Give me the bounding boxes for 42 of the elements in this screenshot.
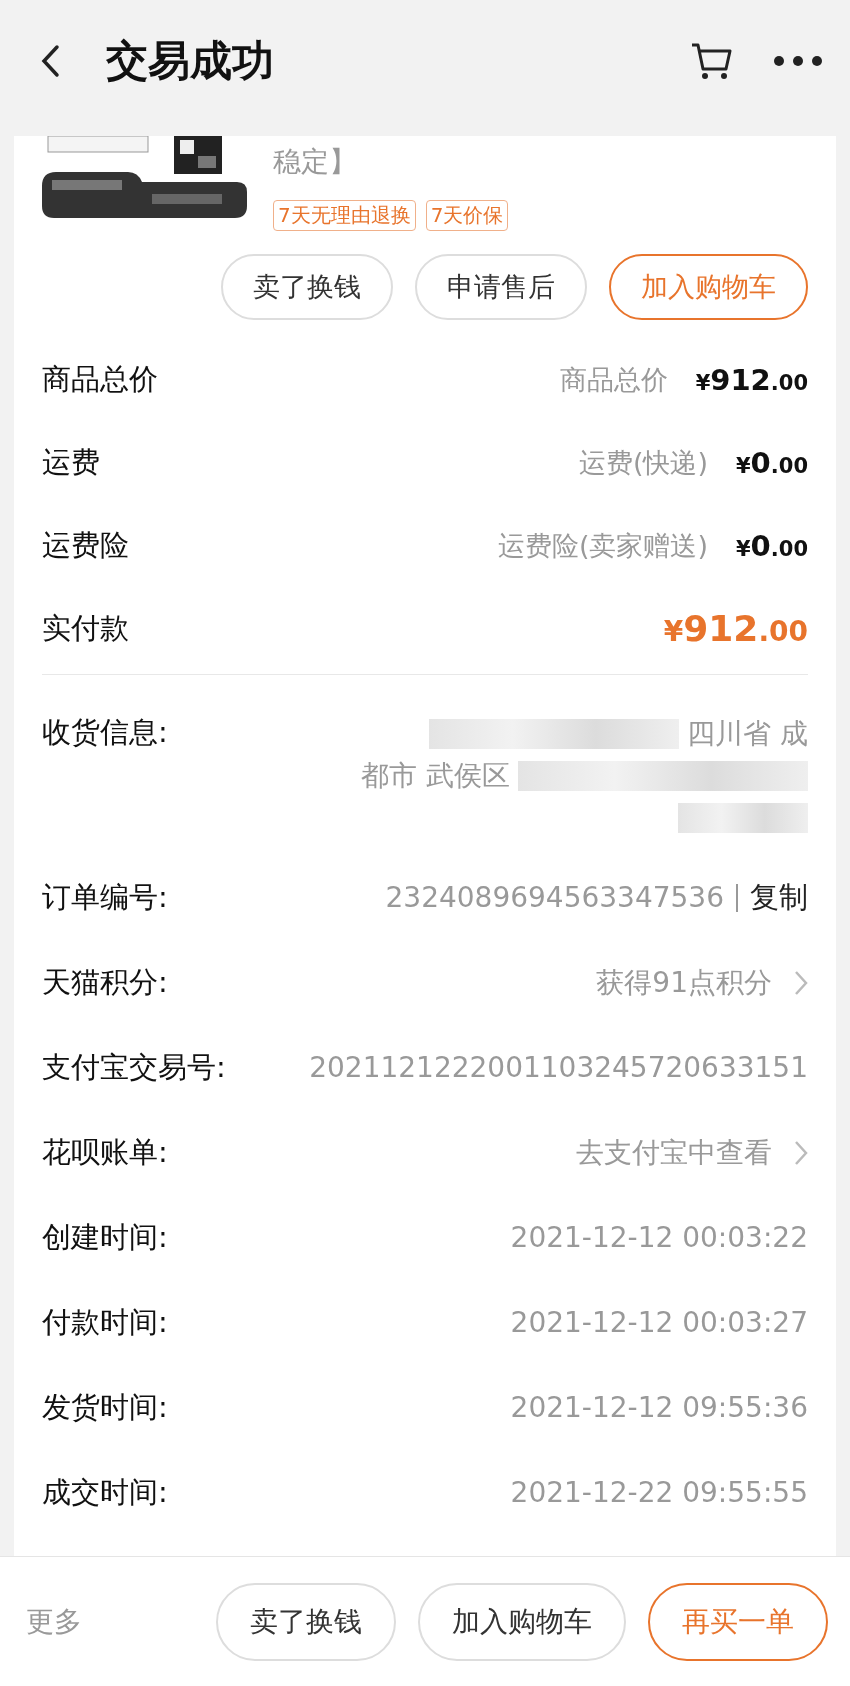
service-tag: 7天价保 — [425, 200, 509, 231]
row-value: 获得91点积分 — [596, 964, 772, 1001]
row-value: 2021121222001103245720633151 — [309, 1051, 808, 1084]
row-label: 运费险 — [42, 526, 129, 564]
action-button[interactable]: 卖了换钱 — [221, 254, 393, 320]
row-value: 2324089694563347536 — [385, 881, 724, 914]
product-title: 稳定】 — [273, 144, 358, 180]
action-button[interactable]: 加入购物车 — [418, 1582, 626, 1661]
row-value: 去支付宝中查看 — [576, 1134, 772, 1171]
cart-icon[interactable] — [690, 41, 734, 81]
row-label: 付款时间: — [42, 1303, 168, 1341]
page-title: 交易成功 — [106, 35, 274, 87]
price-note: 运费(快递) — [578, 445, 708, 480]
row-label: 订单编号: — [42, 878, 168, 916]
row-label: 商品总价 — [42, 360, 158, 398]
address-text: 四川省 成 — [687, 716, 808, 752]
service-tag: 7天无理由退换 — [273, 200, 416, 231]
row-label: 收货信息: — [42, 714, 168, 751]
price-value: ¥912.00 — [663, 608, 808, 649]
row-value: 2021-12-22 09:55:55 — [510, 1476, 808, 1509]
row-value: 2021-12-12 09:55:36 — [510, 1391, 808, 1424]
row-label: 天猫积分: — [42, 963, 168, 1001]
copy-link[interactable]: 复制 — [750, 877, 808, 918]
more-icon[interactable] — [774, 56, 822, 66]
row-value: 2021-12-12 00:03:22 — [510, 1221, 808, 1254]
row-label: 花呗账单: — [42, 1133, 168, 1171]
price-value: ¥912.00 — [695, 362, 808, 397]
row-label: 运费 — [42, 443, 100, 481]
row-label: 支付宝交易号: — [42, 1048, 226, 1086]
row-label: 成交时间: — [42, 1473, 168, 1511]
price-value: ¥0.00 — [736, 528, 808, 563]
back-icon[interactable] — [40, 44, 60, 78]
price-note: 商品总价 — [559, 362, 668, 397]
address-text: 都市 武侯区 — [361, 758, 510, 794]
row-label: 实付款 — [42, 609, 129, 647]
row-value: 2021-12-12 00:03:27 — [510, 1306, 808, 1339]
action-button[interactable]: 卖了换钱 — [216, 1582, 396, 1661]
price-note: 运费险(卖家赠送) — [497, 528, 708, 563]
action-button[interactable]: 申请售后 — [415, 254, 587, 320]
price-value: ¥0.00 — [736, 445, 808, 480]
row-label: 发货时间: — [42, 1388, 168, 1426]
row-label: 创建时间: — [42, 1218, 168, 1256]
